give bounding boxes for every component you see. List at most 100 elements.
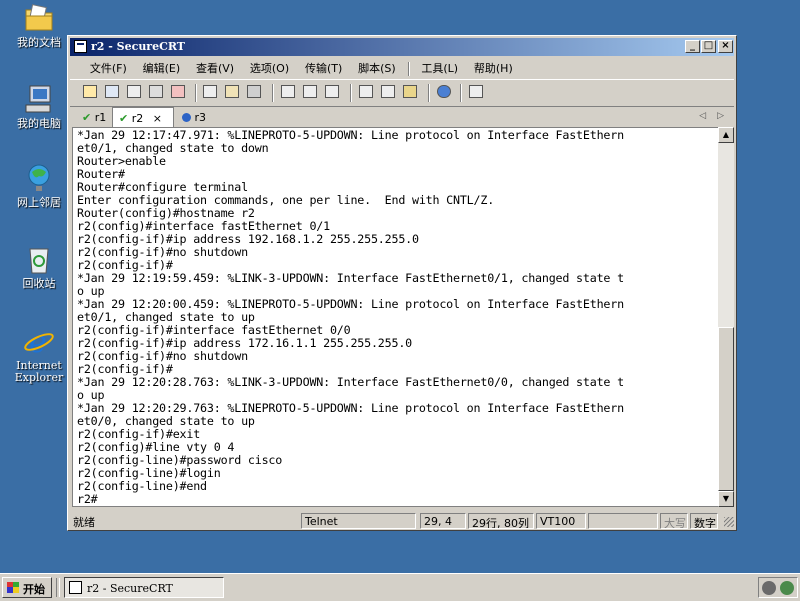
binoculars-icon [247, 85, 261, 98]
connect-in-tab-button[interactable] [126, 84, 144, 101]
menu-transfer[interactable]: 传输(T) [299, 57, 348, 79]
status-bar: 就绪 Telnet 29, 4 29行, 80列 VT100 大写 数字 [70, 511, 734, 530]
desktop-icon-my-computer[interactable]: 我的电脑 [4, 83, 74, 130]
menu-help[interactable]: 帮助(H) [468, 57, 519, 79]
help-button[interactable] [436, 84, 454, 101]
terminal-area[interactable]: *Jan 29 12:17:47.971: %LINEPROTO-5-UPDOW… [72, 127, 718, 507]
recycle-bin-icon [22, 243, 56, 275]
connected-check-icon: ✔ [82, 111, 92, 124]
toolbar-separator [460, 84, 462, 102]
session-options-icon [359, 85, 373, 98]
status-caps-lock: 大写 [660, 513, 688, 529]
start-label: 开始 [23, 583, 45, 596]
status-protocol: Telnet [301, 513, 416, 529]
terminal-line: r2(config-if)#no shutdown [77, 349, 248, 363]
quick-connect-icon [105, 85, 119, 98]
session-options-button[interactable] [358, 84, 376, 101]
copy-button[interactable] [202, 84, 220, 101]
desktop-icon-label: 我的文档 [17, 36, 61, 49]
desktop-icon-label: 我的电脑 [17, 117, 61, 130]
menu-tools[interactable]: 工具(L) [415, 57, 464, 79]
start-button[interactable]: 开始 [2, 577, 52, 598]
terminal-line: *Jan 29 12:20:28.763: %LINK-3-UPDOWN: In… [77, 375, 624, 389]
toolbar-separator [350, 84, 352, 102]
folder-documents-icon [22, 2, 56, 34]
scrollbar-thumb[interactable] [718, 327, 734, 491]
keymap-button[interactable] [402, 84, 420, 101]
desktop-icon-label: 网上邻居 [17, 196, 61, 209]
tab-close-button[interactable]: × [153, 112, 162, 125]
tab-r2[interactable]: ✔ r2 × [112, 107, 174, 127]
scroll-down-button[interactable]: ▼ [718, 491, 734, 507]
find-button[interactable] [246, 84, 264, 101]
close-button[interactable]: × [718, 40, 733, 53]
desktop-icon-my-documents[interactable]: 我的文档 [4, 2, 74, 49]
resize-grip[interactable] [724, 517, 734, 527]
connect-button[interactable] [82, 84, 100, 101]
terminal-line: r2# [77, 492, 98, 506]
reconnect-button[interactable] [148, 84, 166, 101]
desktop-icon-label: 回收站 [22, 277, 56, 290]
menu-script[interactable]: 脚本(S) [352, 57, 402, 79]
taskbar-button-label: r2 - SecureCRT [87, 582, 173, 595]
paste-icon [225, 85, 239, 98]
info-icon [182, 113, 191, 122]
desktop-icon-internet-explorer[interactable]: e Internet Explorer [4, 325, 74, 384]
copy-icon [203, 85, 217, 98]
terminal-line: r2(config-line)#end [77, 479, 207, 493]
lock-icon [469, 85, 483, 98]
print-setup-button[interactable] [280, 84, 298, 101]
menu-bar: 文件(F) 编辑(E) 查看(V) 选项(O) 传输(T) 脚本(S) 工具(L… [70, 57, 734, 77]
taskbar-button-securecrt[interactable]: r2 - SecureCRT [64, 577, 224, 598]
lock-session-button[interactable] [468, 84, 486, 101]
menu-view[interactable]: 查看(V) [190, 57, 240, 79]
disconnect-button[interactable] [170, 84, 188, 101]
menu-edit[interactable]: 编辑(E) [137, 57, 187, 79]
tab-r3[interactable]: r3 [176, 109, 212, 126]
print-selection-button[interactable] [302, 84, 320, 101]
securecrt-window: r2 - SecureCRT _ □ × 文件(F) 编辑(E) 查看(V) 选… [67, 35, 737, 531]
key-icon [403, 85, 417, 98]
print-setup-icon [281, 85, 295, 98]
scroll-up-button[interactable]: ▲ [718, 127, 734, 143]
status-emulation: VT100 [536, 513, 586, 529]
tab-r1[interactable]: ✔ r1 [76, 109, 112, 126]
session-tabs: ✔ r1 ✔ r2 × r3 ◁ ▷ [70, 107, 734, 127]
title-bar[interactable]: r2 - SecureCRT _ □ × [70, 38, 734, 56]
windows-logo-icon [7, 582, 19, 593]
terminal-scrollbar[interactable]: ▲ ▼ [718, 127, 734, 507]
toolbar-separator [272, 84, 274, 102]
tray-network-icon[interactable] [780, 581, 794, 595]
securecrt-app-icon [74, 40, 87, 53]
status-cursor-position: 29, 4 [420, 513, 466, 529]
tab-label: r3 [194, 111, 207, 124]
print-button[interactable] [324, 84, 342, 101]
desktop-icon-label: Internet Explorer [14, 359, 64, 384]
paste-button[interactable] [224, 84, 242, 101]
toolbar-separator [428, 84, 430, 102]
terminal-output: *Jan 29 12:17:47.971: %LINEPROTO-5-UPDOW… [73, 128, 718, 506]
desktop-icon-recycle-bin[interactable]: 回收站 [4, 243, 74, 290]
menu-options[interactable]: 选项(O) [244, 57, 295, 79]
tab-scroll-right-button[interactable]: ▷ [717, 111, 724, 121]
global-options-button[interactable] [380, 84, 398, 101]
status-ready: 就绪 [73, 516, 95, 529]
taskbar-separator [56, 578, 60, 597]
toolbar-separator [195, 84, 197, 102]
desktop-icon-network[interactable]: 网上邻居 [4, 162, 74, 209]
maximize-button[interactable]: □ [701, 40, 716, 53]
window-title: r2 - SecureCRT [91, 40, 185, 53]
connect-icon [83, 85, 97, 98]
quick-connect-button[interactable] [104, 84, 122, 101]
help-icon [437, 85, 451, 98]
menu-file[interactable]: 文件(F) [84, 57, 133, 79]
tray-speaker-icon[interactable] [762, 581, 776, 595]
system-tray [758, 577, 798, 598]
minimize-button[interactable]: _ [685, 40, 700, 53]
status-blank [588, 513, 658, 529]
connected-check-icon: ✔ [119, 112, 129, 125]
tab-scroll-left-button[interactable]: ◁ [699, 111, 706, 121]
terminal-line: Router>enable [77, 154, 166, 168]
printer-icon [325, 85, 339, 98]
terminal-line: r2(config-if)#no shutdown [77, 245, 248, 259]
